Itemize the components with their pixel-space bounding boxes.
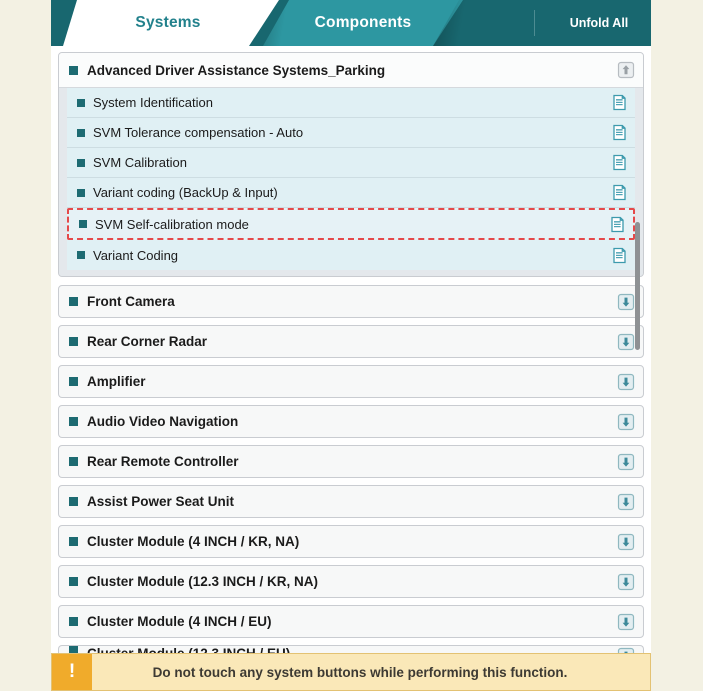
square-bullet-icon — [79, 220, 87, 228]
exclamation-icon: ! — [52, 654, 92, 690]
group-header[interactable]: Advanced Driver Assistance Systems_Parki… — [59, 53, 643, 88]
list-item[interactable]: System Identification — [67, 88, 635, 118]
square-bullet-icon — [69, 617, 78, 626]
system-group-expanded: Advanced Driver Assistance Systems_Parki… — [58, 52, 644, 277]
table-row[interactable]: Cluster Module (4 INCH / KR, NA) — [58, 525, 644, 558]
square-bullet-icon — [69, 337, 78, 346]
group-title: Advanced Driver Assistance Systems_Parki… — [87, 62, 386, 78]
row-label: Amplifier — [87, 374, 146, 389]
system-scan-panel: Components Systems Unfold All Advanced D… — [51, 0, 651, 691]
table-row[interactable]: Amplifier — [58, 365, 644, 398]
tab-components-label: Components — [314, 14, 412, 31]
list-item-label: System Identification — [93, 95, 213, 110]
list-item-selected[interactable]: SVM Self-calibration mode — [67, 208, 635, 240]
table-row[interactable]: Rear Remote Controller — [58, 445, 644, 478]
square-bullet-icon — [69, 417, 78, 426]
table-row[interactable]: Cluster Module (4 INCH / EU) — [58, 605, 644, 638]
group-sublist: System Identification SVM Tolerance comp… — [59, 88, 643, 276]
document-icon[interactable] — [610, 93, 629, 112]
square-bullet-icon — [69, 297, 78, 306]
list-item[interactable]: SVM Tolerance compensation - Auto — [67, 118, 635, 148]
square-bullet-icon — [77, 251, 85, 259]
list-item-label: Variant Coding — [93, 247, 179, 263]
row-label: Cluster Module (4 INCH / EU) — [87, 614, 272, 629]
tab-systems-label: Systems — [135, 14, 201, 31]
square-bullet-icon — [69, 646, 78, 653]
scrollbar-thumb[interactable] — [635, 222, 640, 350]
list-item[interactable]: SVM Calibration — [67, 148, 635, 178]
list-item-label: SVM Tolerance compensation - Auto — [93, 125, 304, 140]
document-icon[interactable] — [610, 153, 629, 172]
systems-panel: Advanced Driver Assistance Systems_Parki… — [51, 46, 651, 691]
row-label: Front Camera — [87, 294, 175, 309]
unfold-all-label: Unfold All — [569, 16, 629, 30]
list-item-label: Variant coding (BackUp & Input) — [93, 185, 278, 200]
row-label: Rear Remote Controller — [87, 454, 239, 469]
exclamation-glyph: ! — [68, 661, 76, 682]
document-icon[interactable] — [608, 215, 627, 234]
tab-bar: Components Systems Unfold All — [51, 0, 651, 46]
list-item-label: SVM Calibration — [93, 155, 187, 170]
square-bullet-icon — [69, 537, 78, 546]
square-bullet-icon — [77, 188, 85, 197]
scrollbar-track[interactable] — [633, 52, 642, 653]
row-label: Cluster Module (12.3 INCH / KR, NA) — [87, 574, 319, 589]
row-label: Assist Power Seat Unit — [87, 494, 235, 509]
warning-message: Do not touch any system buttons while pe… — [152, 664, 568, 680]
row-label: Audio Video Navigation — [87, 414, 239, 429]
square-bullet-icon — [69, 377, 78, 386]
table-row[interactable]: Cluster Module (12.3 INCH / KR, NA) — [58, 565, 644, 598]
square-bullet-icon — [69, 65, 78, 75]
square-bullet-icon — [77, 98, 85, 107]
list-item[interactable]: Variant Coding — [67, 240, 635, 270]
table-row[interactable]: Front Camera — [58, 285, 644, 318]
list-item-label: SVM Self-calibration mode — [95, 216, 249, 232]
square-bullet-icon — [77, 158, 85, 167]
header-divider — [534, 10, 535, 36]
row-label: Rear Corner Radar — [87, 334, 208, 349]
warning-banner: ! Do not touch any system buttons while … — [51, 653, 651, 691]
table-row[interactable]: Cluster Module (12.3 INCH / EU) — [58, 645, 644, 653]
row-label: Cluster Module (4 INCH / KR, NA) — [87, 534, 300, 549]
tab-systems[interactable]: Systems — [63, 0, 279, 46]
list-item[interactable]: Variant coding (BackUp & Input) — [67, 178, 635, 208]
document-icon[interactable] — [610, 123, 629, 142]
square-bullet-icon — [69, 497, 78, 506]
row-label: Cluster Module (12.3 INCH / EU) — [87, 646, 290, 653]
table-row[interactable]: Assist Power Seat Unit — [58, 485, 644, 518]
unfold-all-button[interactable]: Unfold All — [547, 0, 651, 46]
square-bullet-icon — [69, 577, 78, 586]
table-row[interactable]: Audio Video Navigation — [58, 405, 644, 438]
square-bullet-icon — [69, 457, 78, 466]
document-icon[interactable] — [610, 246, 629, 265]
document-icon[interactable] — [610, 183, 629, 202]
table-row[interactable]: Rear Corner Radar — [58, 325, 644, 358]
tab-components[interactable]: Components — [263, 0, 463, 46]
square-bullet-icon — [77, 128, 85, 137]
systems-list: Advanced Driver Assistance Systems_Parki… — [58, 52, 644, 653]
